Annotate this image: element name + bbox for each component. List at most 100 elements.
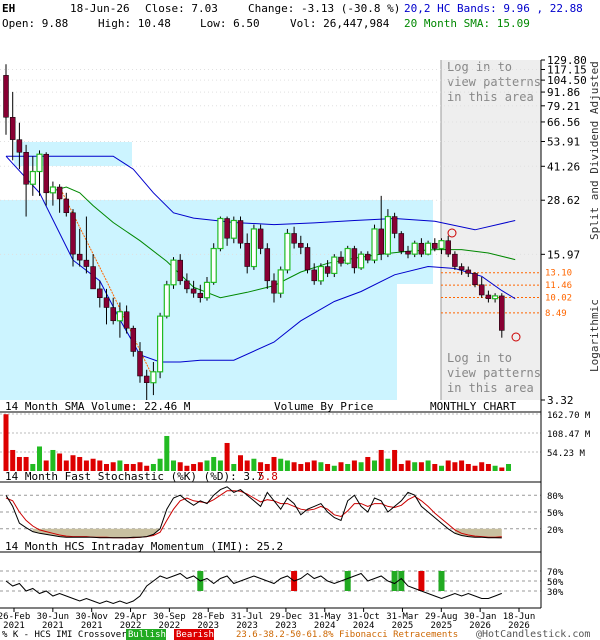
volume-bar	[338, 462, 344, 471]
candle-body	[3, 75, 9, 118]
imi-tick-label: 50%	[547, 578, 564, 588]
candle-body	[271, 280, 277, 294]
stochastic-tick-label: 50%	[547, 509, 564, 519]
price-tick-label: 53.91	[547, 135, 580, 148]
vbp-shade-upper	[14, 142, 132, 166]
volume-bar	[3, 414, 9, 471]
candle-body	[250, 228, 257, 268]
candle-body	[378, 228, 384, 255]
candle-body	[411, 242, 418, 255]
volume-bar	[331, 465, 337, 471]
candle-body	[130, 327, 137, 352]
volume-tick-label: 108.47 M	[547, 430, 591, 440]
volume-bar	[378, 449, 384, 471]
volume-bar	[398, 463, 404, 471]
candle-body	[224, 218, 230, 239]
login-line-1[interactable]: Log in to	[447, 60, 512, 74]
candle-body	[90, 266, 96, 290]
candle-body	[203, 281, 211, 299]
volume-bar	[372, 460, 377, 471]
candle-body	[110, 307, 116, 322]
imi-panel: 14 Month HCS Intraday Momentum (IMI): 25…	[0, 540, 564, 609]
volume-bar	[37, 446, 42, 471]
volume-bars	[3, 414, 511, 471]
candle-body	[230, 219, 237, 239]
candle-body	[63, 198, 70, 214]
candle-body	[16, 139, 23, 153]
price-tick-label: 91.86	[547, 86, 580, 99]
stochastic-label: 14 Month Fast Stochastic (%K) (%D): 3.7	[5, 470, 263, 483]
candle-body	[324, 266, 331, 274]
candle-body	[365, 253, 371, 261]
bullish-badge: Bullish	[128, 630, 166, 640]
candle-body	[432, 242, 438, 249]
candle-body	[217, 217, 224, 250]
volume-bar	[412, 462, 418, 471]
candle-body	[418, 242, 425, 255]
stochastic-tick-label: 20%	[547, 526, 564, 536]
volume-bar	[278, 458, 284, 471]
candle-body	[384, 215, 391, 255]
login-line-6[interactable]: in this area	[447, 381, 534, 395]
volume-bar	[485, 463, 491, 471]
candle-body	[425, 242, 432, 255]
login-line-4[interactable]: Log in to	[447, 351, 512, 365]
candle-body	[344, 247, 351, 264]
candle-body	[76, 253, 83, 261]
fib-label: 13.10	[545, 269, 572, 279]
volume-bar	[284, 460, 290, 471]
candle-body	[49, 186, 57, 194]
x-axis: 26-Feb202130-Jun202130-Nov202129-Apr2022…	[0, 608, 535, 631]
logarithmic-label: Logarithmic	[588, 299, 600, 372]
volume-bar	[345, 463, 351, 471]
volume-gridlines: 162.70 M 108.47 M 54.23 M	[0, 411, 591, 459]
volume-bar	[472, 465, 478, 471]
stochastic-d-value: 5.8	[258, 470, 278, 483]
candle-body	[150, 371, 157, 384]
candle-body	[472, 273, 478, 286]
candle-body	[291, 233, 297, 244]
candle-body	[485, 294, 492, 299]
imi-bullish-marker	[344, 571, 351, 591]
price-tick-label: 15.97	[547, 248, 580, 261]
volume-bar	[418, 462, 424, 471]
candle-body	[338, 256, 344, 264]
price-tick-label: 66.56	[547, 116, 580, 129]
candle-body	[499, 295, 505, 331]
candle-body	[23, 152, 29, 185]
candle-body	[358, 253, 365, 269]
volume-bar	[351, 460, 357, 471]
stochastic-oversold-fill	[32, 528, 502, 538]
copyright[interactable]: @HotCandlestick.com	[476, 629, 590, 640]
candle-body	[83, 259, 90, 267]
pattern-area	[441, 60, 541, 400]
price-tick-label: 3.32	[547, 394, 574, 407]
imi-gridlines: 70%50%30%	[0, 568, 564, 598]
volume-bar	[432, 463, 438, 471]
volume-bar	[77, 456, 83, 471]
volume-bar	[439, 465, 444, 471]
candle-body	[97, 288, 103, 298]
candle-body	[492, 295, 499, 300]
candle-body	[43, 153, 49, 194]
imi-bullish-marker	[391, 571, 398, 591]
candle-body	[445, 240, 451, 255]
footer: % K - HCS IMI Crossover, Bullish Bearish…	[2, 629, 590, 640]
login-line-5[interactable]: view patterns	[447, 366, 541, 380]
vbp-shade-lower	[0, 284, 397, 400]
volume-bar	[459, 460, 465, 471]
candle-body	[478, 284, 485, 296]
candle-body	[177, 259, 183, 282]
candle-body	[304, 247, 311, 271]
candle-body	[317, 265, 324, 282]
volume-bar	[50, 449, 56, 471]
vol-sma-label: 14 Month SMA Volume: 22.46 M	[5, 400, 191, 413]
volume-bar	[311, 460, 317, 471]
volume-bar	[10, 449, 16, 471]
candle-body	[137, 351, 143, 377]
login-line-2[interactable]: view patterns	[447, 75, 541, 89]
candle-body	[190, 288, 197, 294]
candle-body	[244, 242, 250, 267]
price-panel: Log in to view patterns in this area Log…	[0, 54, 600, 413]
volume-bar	[211, 456, 217, 471]
